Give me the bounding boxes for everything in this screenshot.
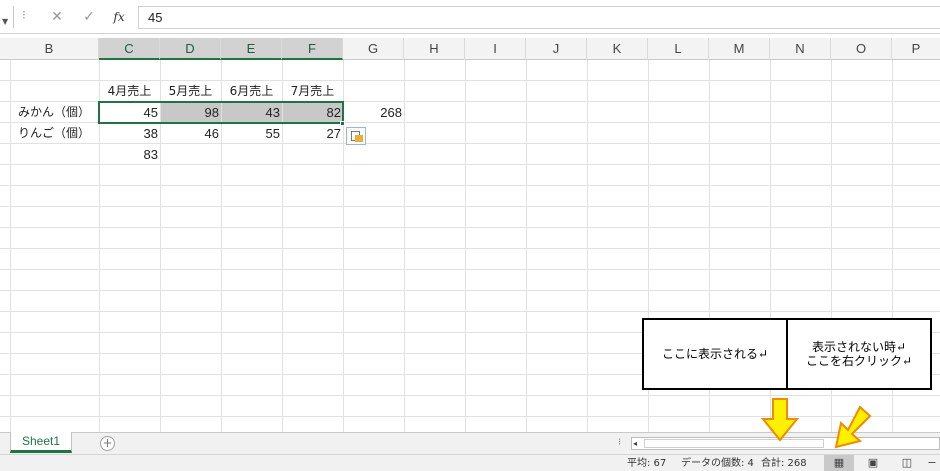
- add-sheet-icon[interactable]: +: [100, 436, 115, 451]
- page-break-view-icon[interactable]: ◫: [892, 455, 922, 471]
- annotation-text: ここを右クリック↵: [805, 354, 913, 368]
- annotation-text: 表示されない時↵: [811, 340, 907, 354]
- quick-analysis-icon[interactable]: [346, 127, 366, 145]
- column-header-l[interactable]: L: [648, 38, 709, 60]
- annotation-text: ここに表示される↵: [661, 347, 769, 361]
- status-average[interactable]: 平均: 67: [627, 456, 666, 471]
- status-count[interactable]: データの個数: 4: [681, 456, 754, 471]
- column-header-c[interactable]: C: [99, 38, 160, 60]
- insert-function-button[interactable]: fx: [107, 6, 131, 28]
- annotation-box-left: ここに表示される↵: [642, 318, 788, 390]
- data-cell[interactable]: 55: [221, 123, 282, 144]
- formula-bar-grip-icon: ⁝: [22, 8, 26, 22]
- column-header-h[interactable]: H: [404, 38, 465, 60]
- sum-cell-g[interactable]: 268: [343, 102, 404, 123]
- diagonal-arrow-icon: [834, 405, 872, 449]
- column-header-k[interactable]: K: [587, 38, 648, 60]
- normal-view-icon[interactable]: ▦: [824, 455, 854, 471]
- column-header-j[interactable]: J: [526, 38, 587, 60]
- header-cell[interactable]: 7月売上: [282, 81, 343, 102]
- status-bar: 平均: 67 データの個数: 4 合計: 268 ▦ ▣ ◫ −: [0, 454, 940, 471]
- column-header-d[interactable]: D: [160, 38, 221, 60]
- name-box-dropdown-icon[interactable]: ▼: [2, 17, 8, 26]
- enter-icon[interactable]: ✓: [77, 6, 101, 28]
- fill-handle[interactable]: [340, 121, 345, 126]
- column-header-e[interactable]: E: [221, 38, 282, 60]
- column-header-f[interactable]: F: [282, 38, 343, 60]
- row-label-cell[interactable]: みかん（個）: [18, 102, 99, 123]
- header-cell[interactable]: 6月売上: [221, 81, 282, 102]
- formula-input[interactable]: 45: [138, 6, 940, 29]
- zoom-out-icon[interactable]: −: [924, 455, 940, 471]
- sheet-tab-sheet1[interactable]: Sheet1: [10, 432, 72, 453]
- annotation-box-right: 表示されない時↵ ここを右クリック↵: [786, 318, 932, 390]
- page-layout-view-icon[interactable]: ▣: [858, 455, 888, 471]
- column-header-b[interactable]: B: [0, 38, 99, 60]
- sum-cell-c[interactable]: 83: [99, 144, 160, 165]
- data-cell[interactable]: 27: [282, 123, 343, 144]
- column-header-o[interactable]: O: [831, 38, 892, 60]
- column-header-m[interactable]: M: [709, 38, 770, 60]
- column-header-i[interactable]: I: [465, 38, 526, 60]
- data-cell[interactable]: 46: [160, 123, 221, 144]
- selection-border: [98, 101, 344, 124]
- row-label-cell[interactable]: りんご（個）: [18, 123, 99, 144]
- down-arrow-icon: [760, 398, 800, 442]
- name-box[interactable]: ▼: [0, 6, 14, 28]
- formula-bar: ▼ ⁝ ✕ ✓ fx 45: [0, 0, 940, 34]
- header-cell[interactable]: 4月売上: [99, 81, 160, 102]
- header-cell[interactable]: 5月売上: [160, 81, 221, 102]
- scroll-left-icon[interactable]: ◂: [633, 439, 642, 448]
- tab-split-grip-icon[interactable]: ⁝: [618, 437, 621, 448]
- column-header-g[interactable]: G: [343, 38, 404, 60]
- column-header-n[interactable]: N: [770, 38, 831, 60]
- cell-grid[interactable]: 4月売上 5月売上 6月売上 7月売上 みかん（個） 45 98 43 82 2…: [0, 60, 940, 432]
- status-sum[interactable]: 合計: 268: [761, 456, 807, 471]
- cancel-icon[interactable]: ✕: [45, 6, 69, 28]
- column-header-bar: B C D E F G H I J K L M N O P: [0, 38, 940, 60]
- data-cell[interactable]: 38: [99, 123, 160, 144]
- column-header-p[interactable]: P: [892, 38, 940, 60]
